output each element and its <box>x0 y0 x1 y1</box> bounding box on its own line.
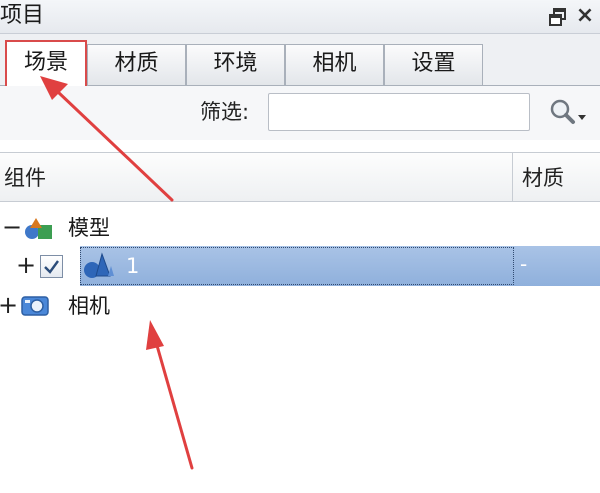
filter-label: 筛选: <box>200 100 250 124</box>
tab-strip: 材质 环境 相机 设置 场景 <box>0 34 600 86</box>
collapse-toggle[interactable]: − <box>2 214 22 240</box>
scene-tree: − 模型 + 1 - + 相机 <box>0 202 600 493</box>
expand-toggle[interactable]: + <box>0 292 18 318</box>
filter-input[interactable] <box>268 93 530 131</box>
tab-label: 相机 <box>312 51 357 76</box>
restore-window-icon[interactable] <box>547 6 569 28</box>
tree-node-camera[interactable]: + 相机 <box>0 286 600 326</box>
tab-label: 材质 <box>114 51 159 76</box>
tab-camera[interactable]: 相机 <box>285 44 384 85</box>
tree-node-label: 1 <box>126 254 140 278</box>
tree-node-label: 模型 <box>68 216 110 240</box>
panel-header: 项目 × <box>0 0 600 34</box>
visibility-checkbox[interactable] <box>40 255 63 278</box>
filter-bar: 筛选: <box>0 86 600 140</box>
tab-scene[interactable]: 场景 <box>5 40 87 86</box>
material-cell[interactable]: - <box>520 251 527 277</box>
panel-title: 项目 <box>0 3 45 28</box>
tab-environment[interactable]: 环境 <box>186 44 285 85</box>
column-header-material[interactable]: 材质 <box>522 165 564 191</box>
camera-icon <box>20 293 54 323</box>
model-group-icon <box>22 214 58 246</box>
column-divider[interactable] <box>512 153 513 203</box>
tab-label: 环境 <box>213 51 258 76</box>
tab-material[interactable]: 材质 <box>87 44 186 85</box>
tab-label: 设置 <box>411 51 456 76</box>
column-header-component[interactable]: 组件 <box>4 165 46 191</box>
focus-rectangle <box>80 247 514 285</box>
tab-label: 场景 <box>23 50 68 75</box>
tree-node-model[interactable]: − 模型 <box>0 208 600 248</box>
expand-toggle[interactable]: + <box>16 252 36 278</box>
tree-node-label: 相机 <box>68 294 110 318</box>
tab-settings[interactable]: 设置 <box>384 44 483 85</box>
tree-node-part-1[interactable]: + 1 - <box>0 246 600 286</box>
close-icon[interactable]: × <box>574 4 596 28</box>
cone-shape-icon <box>80 252 120 284</box>
tree-column-header: 组件 材质 <box>0 152 600 203</box>
search-icon[interactable] <box>544 96 592 128</box>
chevron-down-icon <box>578 115 586 120</box>
